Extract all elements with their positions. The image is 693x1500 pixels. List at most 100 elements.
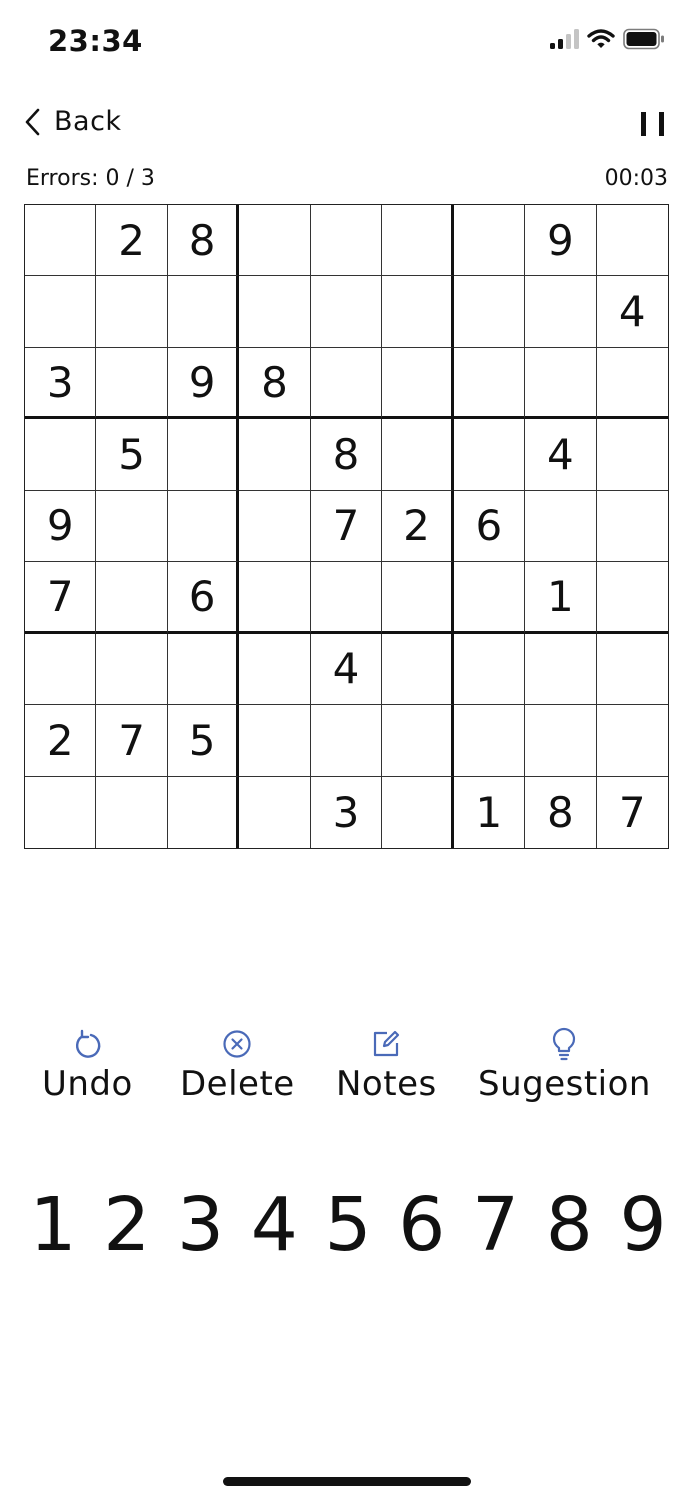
sudoku-cell[interactable] bbox=[96, 347, 168, 420]
sudoku-cell[interactable] bbox=[310, 705, 383, 777]
sudoku-cell[interactable]: 8 bbox=[310, 419, 383, 491]
sudoku-cell[interactable] bbox=[239, 276, 311, 348]
number-key-1[interactable]: 1 bbox=[18, 1180, 88, 1270]
sudoku-cell[interactable]: 6 bbox=[167, 562, 240, 634]
sudoku-cell[interactable] bbox=[239, 705, 311, 777]
sudoku-cell[interactable] bbox=[596, 705, 668, 777]
sudoku-cell[interactable] bbox=[453, 276, 526, 348]
sudoku-cell[interactable] bbox=[525, 633, 597, 706]
sudoku-cell[interactable]: 4 bbox=[525, 419, 597, 491]
sudoku-cell[interactable] bbox=[382, 776, 454, 848]
sudoku-cell[interactable]: 3 bbox=[311, 776, 383, 848]
sudoku-cell[interactable] bbox=[453, 205, 526, 277]
sudoku-cell[interactable] bbox=[525, 276, 597, 348]
notes-label: Notes bbox=[336, 1064, 437, 1104]
sudoku-cell[interactable] bbox=[96, 633, 168, 706]
sudoku-cell[interactable]: 1 bbox=[525, 562, 597, 634]
sudoku-cell[interactable] bbox=[382, 205, 454, 277]
number-key-9[interactable]: 9 bbox=[608, 1180, 678, 1270]
sudoku-cell[interactable]: 8 bbox=[525, 776, 597, 848]
sudoku-cell[interactable] bbox=[525, 705, 597, 777]
sudoku-cell[interactable] bbox=[239, 205, 311, 277]
sudoku-cell[interactable]: 4 bbox=[596, 276, 668, 348]
sudoku-cell[interactable] bbox=[167, 633, 240, 706]
number-key-2[interactable]: 2 bbox=[92, 1180, 162, 1270]
sudoku-cell[interactable] bbox=[239, 562, 311, 634]
sudoku-cell[interactable]: 8 bbox=[167, 205, 240, 277]
delete-button[interactable]: Delete bbox=[180, 1028, 295, 1104]
sudoku-cell[interactable] bbox=[453, 347, 526, 420]
sudoku-cell[interactable]: 7 bbox=[25, 562, 97, 634]
sudoku-cell[interactable] bbox=[382, 705, 454, 777]
sudoku-cell[interactable]: 7 bbox=[96, 705, 168, 777]
sudoku-cell[interactable] bbox=[96, 562, 168, 634]
sudoku-cell[interactable] bbox=[525, 490, 597, 563]
sudoku-cell[interactable] bbox=[596, 205, 668, 277]
sudoku-cell[interactable] bbox=[96, 776, 168, 848]
edit-note-icon bbox=[370, 1028, 402, 1060]
sudoku-cell[interactable]: 7 bbox=[597, 777, 668, 848]
sudoku-cell[interactable]: 4 bbox=[310, 633, 383, 706]
sudoku-cell[interactable] bbox=[310, 347, 383, 420]
number-key-4[interactable]: 4 bbox=[239, 1180, 309, 1270]
sudoku-cell[interactable] bbox=[596, 348, 668, 420]
sudoku-cell[interactable] bbox=[25, 633, 97, 706]
sudoku-cell[interactable] bbox=[239, 633, 311, 706]
notes-button[interactable]: Notes bbox=[336, 1028, 437, 1104]
delete-circle-icon bbox=[221, 1028, 253, 1060]
sudoku-cell[interactable] bbox=[310, 562, 383, 634]
sudoku-cell[interactable] bbox=[25, 276, 97, 348]
sudoku-cell[interactable]: 7 bbox=[310, 490, 383, 563]
sudoku-cell[interactable] bbox=[596, 562, 668, 634]
sudoku-cell[interactable] bbox=[382, 633, 454, 706]
sudoku-cell[interactable]: 8 bbox=[239, 347, 311, 420]
sudoku-cell[interactable]: 2 bbox=[96, 205, 168, 277]
sudoku-cell[interactable] bbox=[453, 419, 526, 491]
sudoku-cell[interactable] bbox=[453, 633, 526, 706]
sudoku-cell[interactable] bbox=[96, 490, 168, 563]
number-key-7[interactable]: 7 bbox=[461, 1180, 531, 1270]
sudoku-cell[interactable]: 9 bbox=[25, 490, 97, 563]
sudoku-cell[interactable] bbox=[239, 419, 311, 491]
sudoku-cell[interactable] bbox=[25, 205, 97, 277]
pause-button[interactable] bbox=[639, 110, 667, 138]
sudoku-cell[interactable] bbox=[453, 562, 526, 634]
undo-button[interactable]: Undo bbox=[42, 1028, 133, 1104]
sudoku-cell[interactable] bbox=[167, 490, 240, 563]
sudoku-cell[interactable]: 2 bbox=[25, 705, 97, 777]
sudoku-cell[interactable] bbox=[167, 276, 240, 348]
sudoku-cell[interactable]: 5 bbox=[167, 705, 240, 777]
sudoku-cell[interactable] bbox=[382, 562, 454, 634]
number-key-3[interactable]: 3 bbox=[166, 1180, 236, 1270]
sudoku-cell[interactable] bbox=[168, 776, 240, 848]
number-key-5[interactable]: 5 bbox=[313, 1180, 383, 1270]
sudoku-cell[interactable] bbox=[382, 347, 454, 420]
number-key-8[interactable]: 8 bbox=[534, 1180, 604, 1270]
sudoku-cell[interactable] bbox=[596, 419, 668, 491]
sudoku-cell[interactable]: 5 bbox=[96, 419, 168, 491]
sudoku-cell[interactable] bbox=[310, 205, 383, 277]
sudoku-cell[interactable] bbox=[310, 276, 383, 348]
sudoku-cell[interactable]: 9 bbox=[167, 347, 240, 420]
sudoku-cell[interactable] bbox=[239, 490, 311, 563]
sudoku-cell[interactable]: 9 bbox=[525, 205, 597, 277]
back-button[interactable]: Back bbox=[24, 106, 122, 137]
sudoku-cell[interactable] bbox=[25, 776, 97, 848]
sudoku-cell[interactable] bbox=[525, 347, 597, 420]
sudoku-cell[interactable] bbox=[167, 419, 240, 491]
sudoku-cell[interactable]: 2 bbox=[382, 490, 454, 563]
sudoku-cell[interactable]: 6 bbox=[453, 490, 526, 563]
number-key-6[interactable]: 6 bbox=[387, 1180, 457, 1270]
sudoku-cell[interactable] bbox=[382, 276, 454, 348]
sudoku-cell[interactable]: 3 bbox=[25, 347, 97, 420]
suggestion-button[interactable]: Sugestion bbox=[478, 1027, 651, 1104]
sudoku-cell[interactable] bbox=[596, 491, 668, 563]
sudoku-cell[interactable] bbox=[25, 419, 97, 491]
sudoku-cell[interactable] bbox=[239, 776, 311, 848]
lightbulb-icon bbox=[548, 1027, 580, 1061]
sudoku-cell[interactable] bbox=[453, 705, 526, 777]
sudoku-cell[interactable] bbox=[596, 634, 668, 706]
sudoku-cell[interactable] bbox=[382, 419, 454, 491]
sudoku-cell[interactable] bbox=[96, 276, 168, 348]
sudoku-cell[interactable]: 1 bbox=[454, 776, 526, 848]
